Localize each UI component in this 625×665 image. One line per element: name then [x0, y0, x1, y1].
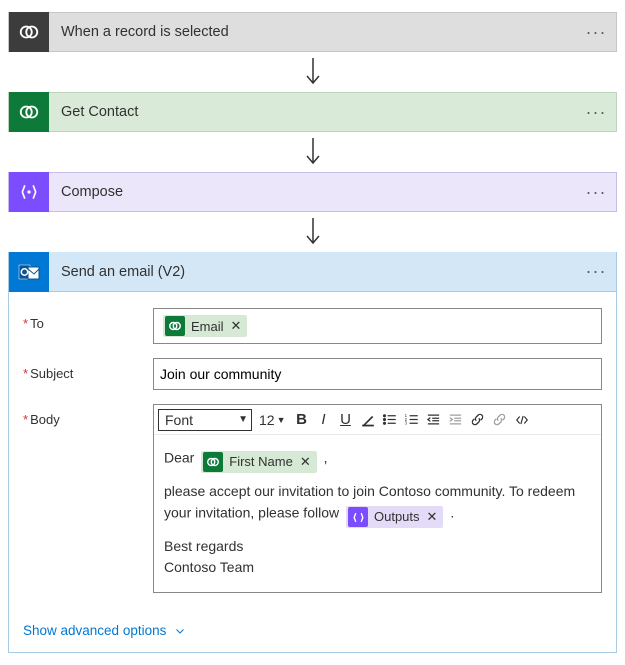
to-label: *To [23, 308, 153, 331]
body-signoff-1: Best regards [164, 536, 591, 557]
token-first-name[interactable]: First Name ✕ [201, 451, 316, 473]
step-more-button[interactable]: ··· [576, 102, 616, 123]
send-email-title: Send an email (V2) [49, 264, 576, 280]
underline-button[interactable]: U [335, 409, 357, 431]
compose-title: Compose [49, 184, 576, 200]
flow-arrow [8, 212, 617, 252]
step-more-button[interactable]: ··· [576, 261, 616, 282]
indent-button[interactable] [445, 409, 467, 431]
bullet-list-button[interactable] [379, 409, 401, 431]
subject-text[interactable] [160, 366, 595, 382]
outdent-button[interactable] [423, 409, 445, 431]
italic-button[interactable]: I [313, 409, 335, 431]
token-email[interactable]: Email ✕ [163, 315, 247, 337]
step-send-email: Send an email (V2) ··· *To Email ✕ *Subj… [8, 252, 617, 653]
step-compose[interactable]: Compose ··· [8, 172, 617, 212]
show-advanced-options[interactable]: Show advanced options [9, 611, 616, 652]
cds-icon [165, 316, 185, 336]
cds-icon [9, 92, 49, 132]
step-trigger[interactable]: When a record is selected ··· [8, 12, 617, 52]
svg-text:3: 3 [405, 421, 408, 426]
token-remove-icon[interactable]: ✕ [427, 507, 438, 527]
flow-arrow [8, 52, 617, 92]
token-outputs[interactable]: Outputs ✕ [346, 506, 443, 528]
body-label: *Body [23, 404, 153, 427]
rich-text-toolbar: Font▼ 12▼ B I U 123 [154, 405, 601, 435]
flow-arrow [8, 132, 617, 172]
code-view-button[interactable] [511, 409, 533, 431]
unlink-button[interactable] [489, 409, 511, 431]
font-size-select[interactable]: 12▼ [256, 409, 289, 431]
outlook-icon [9, 252, 49, 292]
font-select[interactable]: Font▼ [158, 409, 252, 431]
body-signoff-2: Contoso Team [164, 557, 591, 578]
token-remove-icon[interactable]: ✕ [231, 318, 242, 334]
step-get-contact[interactable]: Get Contact ··· [8, 92, 617, 132]
body-editor: Font▼ 12▼ B I U 123 [153, 404, 602, 593]
subject-input[interactable] [153, 358, 602, 390]
trigger-title: When a record is selected [49, 24, 576, 40]
cds-icon [9, 12, 49, 52]
step-more-button[interactable]: ··· [576, 182, 616, 203]
font-color-button[interactable] [357, 409, 379, 431]
get-contact-title: Get Contact [49, 104, 576, 120]
token-remove-icon[interactable]: ✕ [300, 452, 311, 472]
step-more-button[interactable]: ··· [576, 22, 616, 43]
compose-icon [9, 172, 49, 212]
chevron-down-icon [174, 625, 186, 637]
to-input[interactable]: Email ✕ [153, 308, 602, 344]
bold-button[interactable]: B [291, 409, 313, 431]
subject-label: *Subject [23, 358, 153, 381]
cds-icon [203, 452, 223, 472]
body-content-area[interactable]: Dear First Name ✕ , please accept our in… [154, 435, 601, 592]
numbered-list-button[interactable]: 123 [401, 409, 423, 431]
compose-icon [348, 507, 368, 527]
send-email-header[interactable]: Send an email (V2) ··· [9, 252, 616, 292]
link-button[interactable] [467, 409, 489, 431]
